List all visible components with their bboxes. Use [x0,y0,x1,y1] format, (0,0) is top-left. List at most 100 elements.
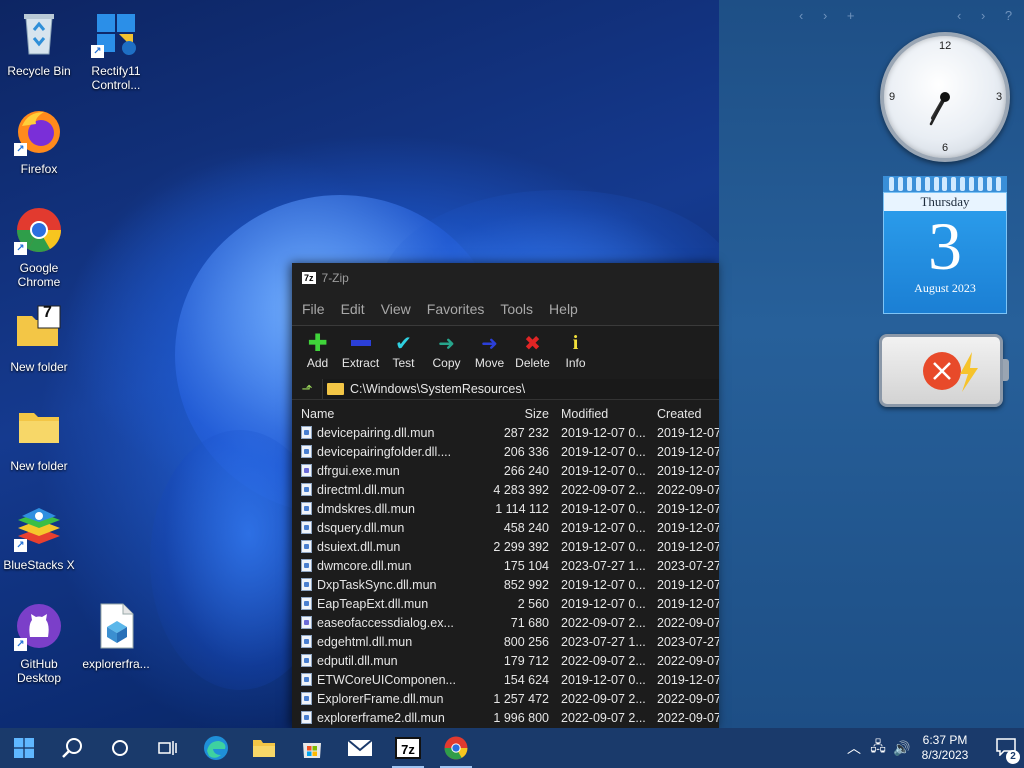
chevron-up-icon[interactable]: ︿ [842,738,866,758]
file-explorer-button[interactable] [240,728,288,768]
info-button[interactable]: i Info [554,330,597,378]
file-size: 287 232 [503,425,549,440]
toolbar: ✚ Add Extract ✔ Test ➜ Copy ➜ Move ✖ Del… [292,326,719,378]
store-button[interactable] [288,728,336,768]
cortana-button[interactable] [96,728,144,768]
battery-gadget[interactable] [879,334,1009,407]
notification-button[interactable]: 2 [988,737,1024,764]
move-label: Move [474,356,505,370]
bluestacks-icon: ↗ [14,502,64,552]
dll-file-icon [91,601,141,651]
file-modified: 2023-07-27 1... [561,634,646,649]
file-row[interactable]: DxpTaskSync.dll.mun 852 992 2019-12-07 0..… [292,575,719,594]
file-row[interactable]: ETWCoreUIComponen... 154 624 2019-12-07 0.… [292,670,719,689]
desktop-icon-explorerframe-file[interactable]: explorerfra... [77,601,155,671]
add-button[interactable]: ✚ Add [296,330,339,378]
file-modified: 2019-12-07 0... [561,444,646,459]
desktop-icon-label: Rectify11 Control... [91,64,141,92]
menu-favorites[interactable]: Favorites [419,301,493,317]
file-row[interactable]: devicepairing.dll.mun 287 232 2019-12-07 0… [292,423,719,442]
column-name[interactable]: Name [292,407,492,421]
window-titlebar[interactable]: 7z 7-Zip [292,263,719,292]
desktop-icon-bluestacks[interactable]: ↗ BlueStacks X [0,502,78,572]
file-name: edputil.dll.mun [317,653,398,668]
file-icon [301,616,312,629]
file-row[interactable]: dfrgui.exe.mun 266 240 2019-12-07 0... 2019… [292,461,719,480]
info-label: Info [565,356,586,370]
clock-date[interactable]: 6:37 PM 8/3/2023 [914,733,976,763]
chrome-taskbar-button[interactable] [432,728,480,768]
file-modified: 2022-09-07 2... [561,482,646,497]
desktop-icon-label: BlueStacks X [3,558,75,572]
menu-tools[interactable]: Tools [492,301,541,317]
gadget-nav-left[interactable]: ‹ › + [799,8,862,23]
menu-help[interactable]: Help [541,301,586,317]
desktop-icon-new-folder-7zip[interactable]: 7 New folder [0,304,78,375]
file-row[interactable]: dmdskres.dll.mun 1 114 112 2019-12-07 0...… [292,499,719,518]
file-size: 206 336 [503,444,549,459]
gadget-nav-right[interactable]: ‹ › ? [957,8,1020,23]
column-created[interactable]: Created [649,407,719,421]
file-row[interactable]: dsquery.dll.mun 458 240 2019-12-07 0... 201… [292,518,719,537]
desktop-icon-rectify11[interactable]: ↗ Rectify11 Control... [77,8,155,92]
network-icon[interactable]: 🖧 [866,736,890,760]
file-modified: 2019-12-07 0... [561,596,646,611]
clock-gadget[interactable]: 12 3 6 9 [880,32,1010,162]
file-row[interactable]: directml.dll.mun 4 283 392 2022-09-07 2...… [292,480,719,499]
menu-view[interactable]: View [373,301,419,317]
path-field[interactable]: C:\Windows\SystemResources\ [322,378,719,399]
calendar-gadget[interactable]: Thursday 3 August 2023 [883,176,1007,314]
move-button[interactable]: ➜ Move [468,330,511,378]
file-row[interactable]: EapTeapExt.dll.mun 2 560 2019-12-07 0... 20… [292,594,719,613]
edge-button[interactable] [192,728,240,768]
file-size: 1 114 112 [495,501,549,516]
task-view-button[interactable] [144,728,192,768]
file-created: 2022-09-07 [657,615,719,630]
file-explorer-icon [253,740,275,757]
file-row[interactable]: easeofaccessdialog.ex... 71 680 2022-09-07… [292,613,719,632]
menu-edit[interactable]: Edit [333,301,373,317]
desktop-icon-google-chrome[interactable]: ↗ Google Chrome [0,205,78,289]
file-row[interactable]: edgehtml.dll.mun 800 256 2023-07-27 1... 20… [292,632,719,651]
desktop-icon-recycle-bin[interactable]: Recycle Bin [0,8,78,78]
file-name-cell: edgehtml.dll.mun [292,635,492,649]
start-button[interactable] [0,728,48,768]
file-row[interactable]: edputil.dll.mun 179 712 2022-09-07 2... 202… [292,651,719,670]
desktop-icon-firefox[interactable]: ↗ Firefox [0,106,78,176]
volume-icon[interactable]: 🔊 [890,740,914,757]
column-modified[interactable]: Modified [549,407,649,421]
extract-button[interactable]: Extract [339,330,382,378]
menu-file[interactable]: File [294,301,333,317]
file-row[interactable]: dwmcore.dll.mun 175 104 2023-07-27 1... 202… [292,556,719,575]
file-size: 175 104 [503,558,549,573]
column-size[interactable]: Size [492,407,549,421]
file-modified: 2019-12-07 0... [561,501,646,516]
file-created: 2019-12-07 [657,577,719,592]
7zip-button[interactable]: 7z [384,728,432,768]
desktop-icon-new-folder[interactable]: New folder [0,403,78,473]
desktop-icon-github-desktop[interactable]: ↗ GitHub Desktop [0,601,78,685]
7zip-window[interactable]: 7z 7-Zip File Edit View Favorites Tools … [292,263,719,728]
file-row[interactable]: devicepairingfolder.dll.... 206 336 2019-1… [292,442,719,461]
up-folder-icon[interactable]: ⬏ [292,381,322,397]
file-name-cell: dwmcore.dll.mun [292,559,492,573]
menu-bar: File Edit View Favorites Tools Help [292,292,719,326]
file-name-cell: explorerframe2.dll.mun [292,711,492,725]
file-row[interactable]: dsuiext.dll.mun 2 299 392 2019-12-07 0... 2… [292,537,719,556]
search-button[interactable] [48,728,96,768]
test-icon: ✔ [395,332,412,355]
file-size: 4 283 392 [493,482,549,497]
desktop-icon-label: New folder [10,459,68,473]
file-name-cell: ExplorerFrame.dll.mun [292,692,492,706]
mail-button[interactable] [336,728,384,768]
notification-count: 2 [1006,749,1020,764]
file-created: 2019-12-07 [657,444,719,459]
delete-button[interactable]: ✖ Delete [511,330,554,378]
test-button[interactable]: ✔ Test [382,330,425,378]
file-row[interactable]: ExplorerFrame.dll.mun 1 257 472 2022-09-07… [292,689,719,708]
copy-button[interactable]: ➜ Copy [425,330,468,378]
file-size: 2 560 [517,596,549,611]
file-modified: 2022-09-07 2... [561,653,646,668]
file-row[interactable]: explorerframe2.dll.mun 1 996 800 2022-09-0… [292,708,719,727]
file-size: 71 680 [510,615,549,630]
